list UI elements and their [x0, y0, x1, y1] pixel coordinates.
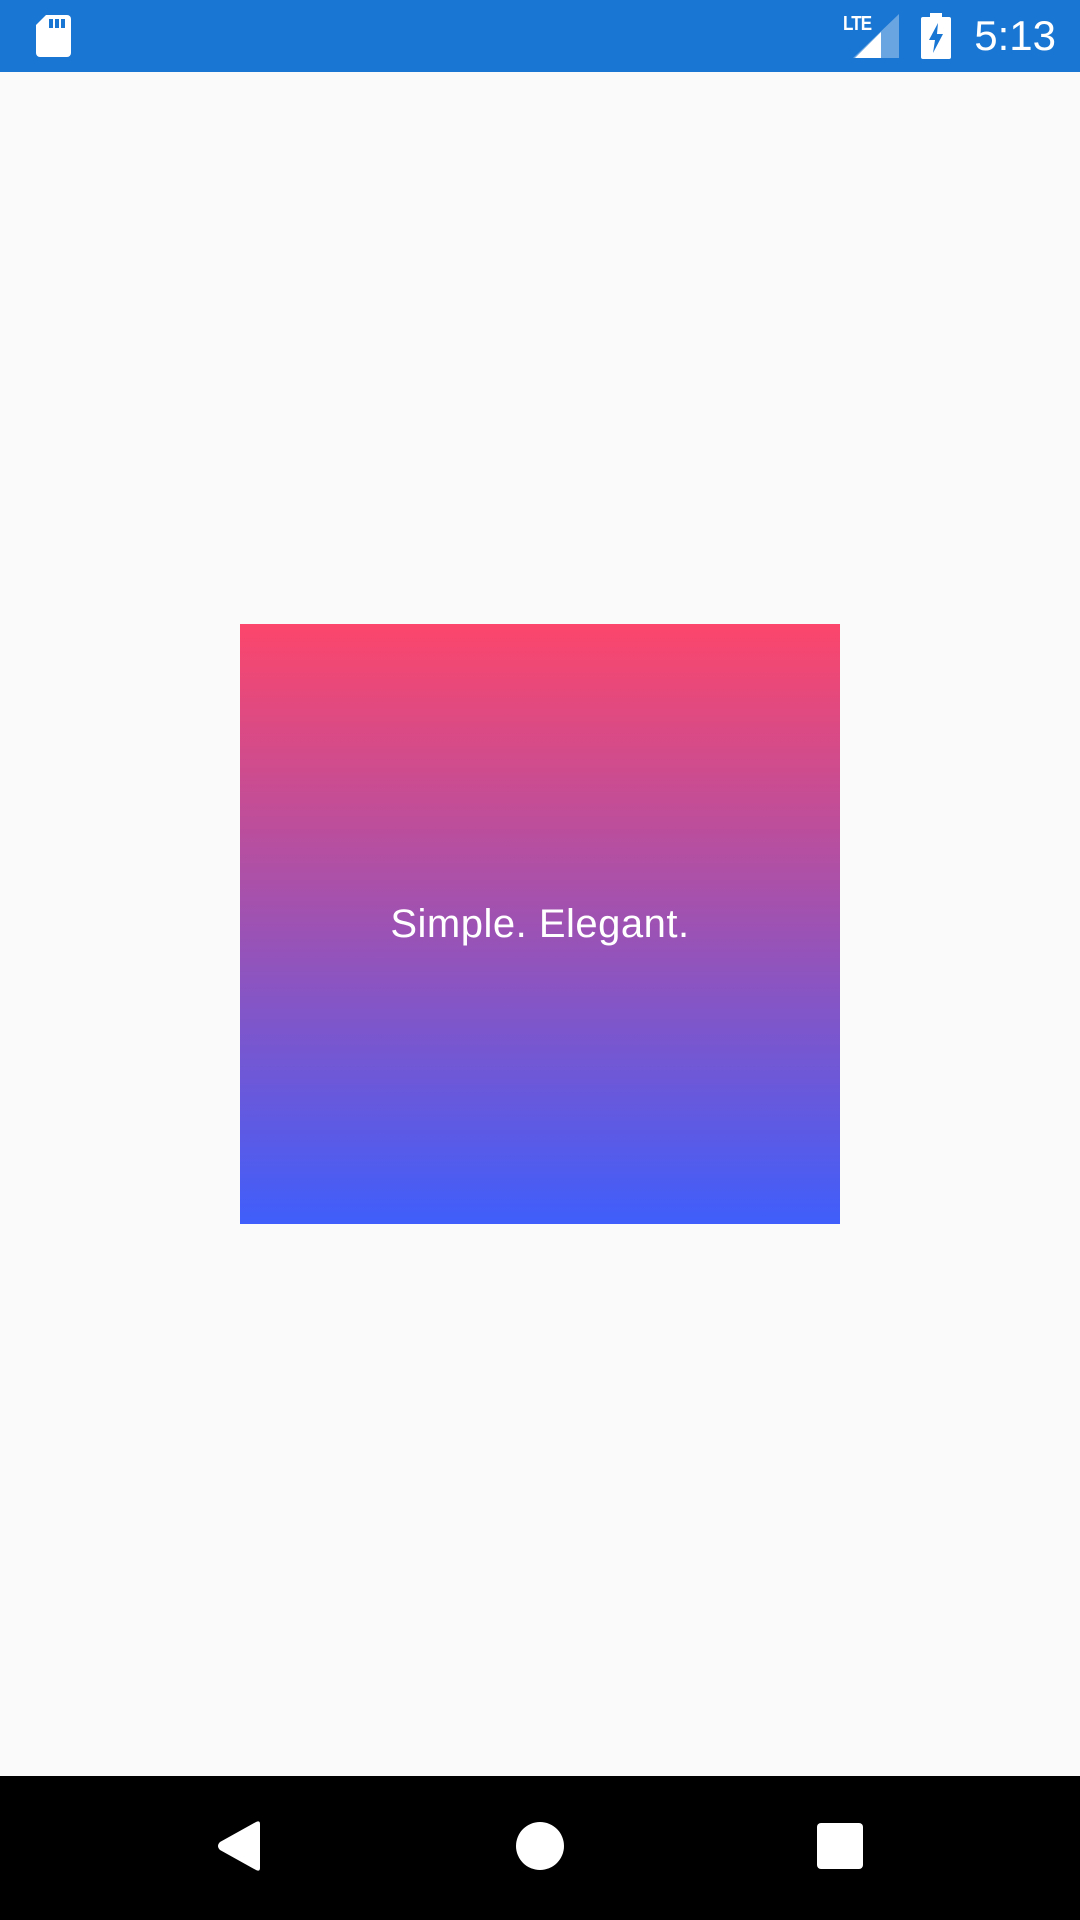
recents-button[interactable] [760, 1776, 920, 1920]
gradient-card: Simple. Elegant. [240, 624, 840, 1224]
card-label: Simple. Elegant. [390, 901, 690, 946]
lte-signal-icon [853, 14, 899, 58]
back-icon [216, 1820, 264, 1877]
status-clock: 5:13 [974, 12, 1056, 59]
home-button[interactable] [460, 1776, 620, 1920]
sd-card-icon [36, 15, 71, 57]
app-screen: LTE 5:13 Simple. Elegant. [0, 0, 1080, 1920]
back-button[interactable] [160, 1776, 320, 1920]
status-bar: LTE 5:13 [0, 0, 1080, 72]
navigation-bar [0, 1776, 1080, 1920]
recents-icon [817, 1822, 863, 1874]
home-icon [516, 1821, 564, 1875]
battery-charging-icon [921, 13, 951, 59]
